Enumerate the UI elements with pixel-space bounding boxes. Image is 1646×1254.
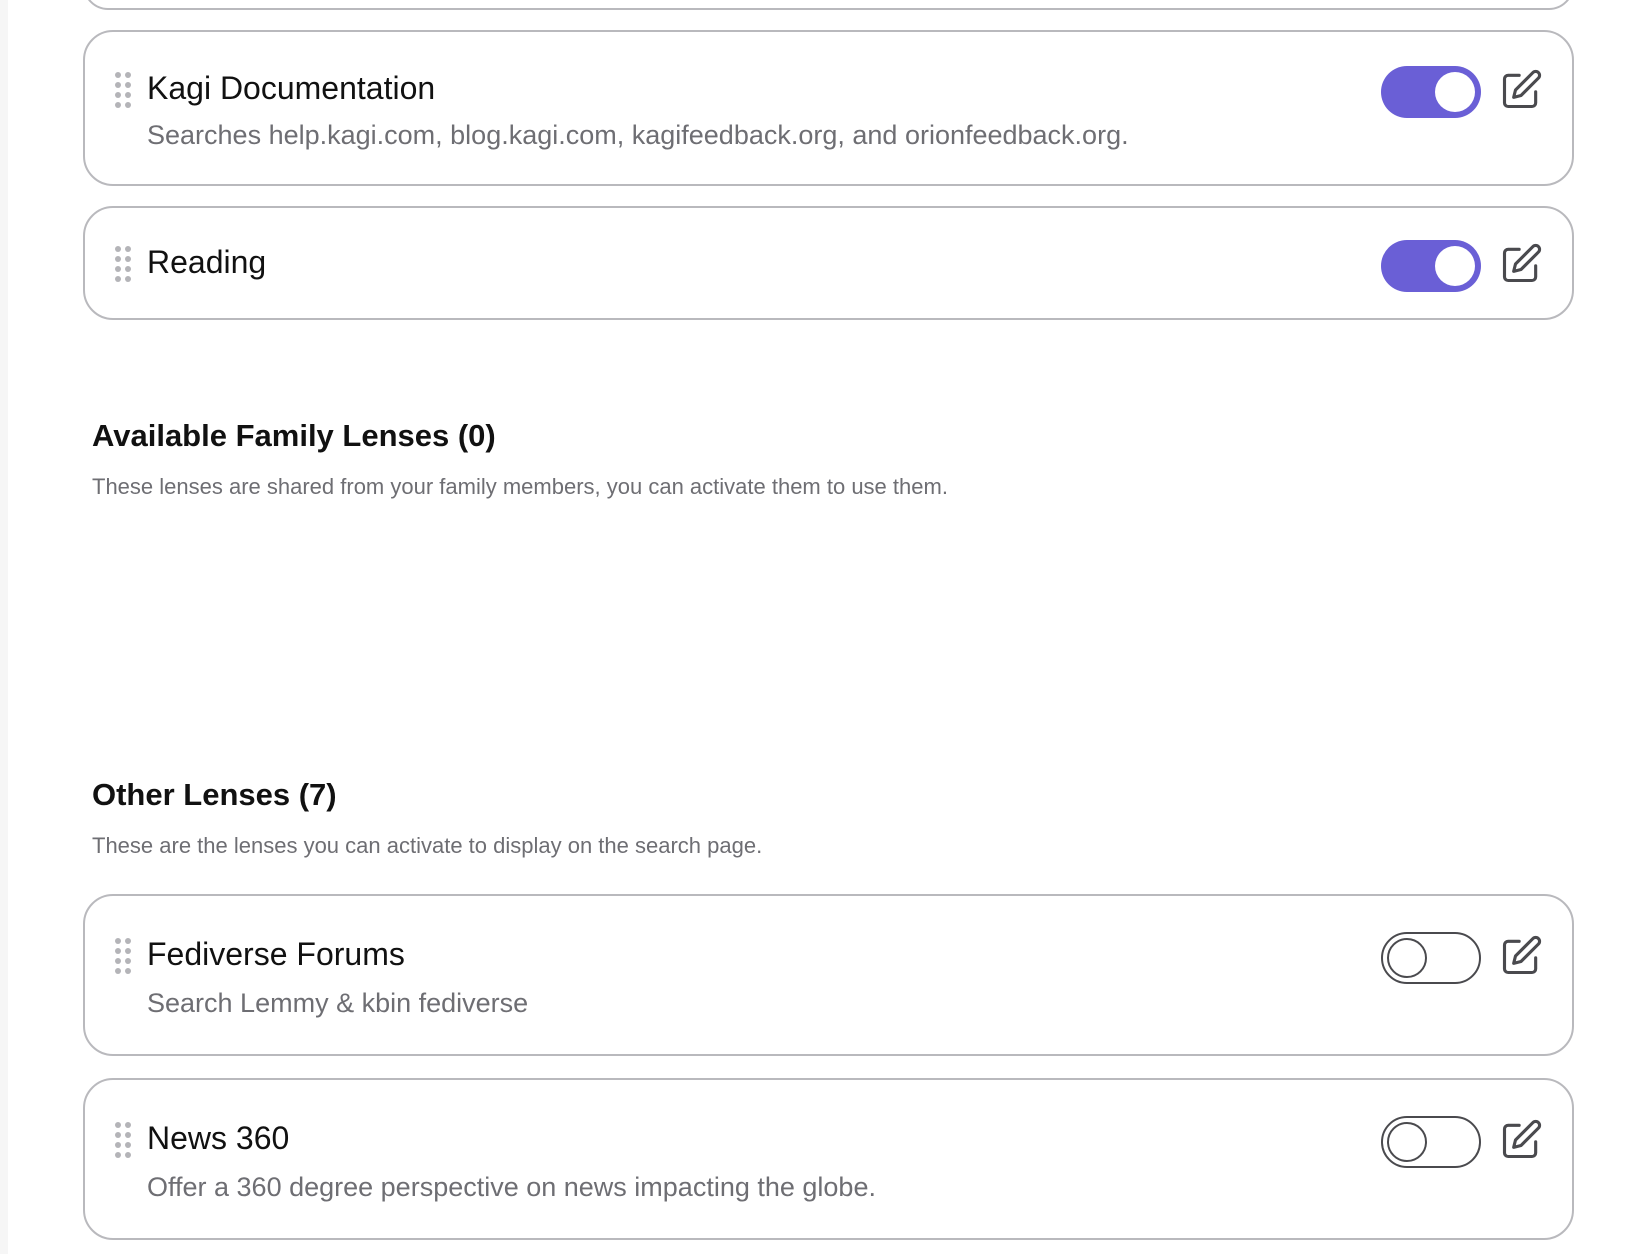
lens-toggle-fediverse-forums[interactable]: [1381, 932, 1481, 984]
family-lenses-heading: Available Family Lenses (0): [92, 418, 496, 453]
edit-icon[interactable]: [1499, 1118, 1543, 1162]
drag-handle-icon[interactable]: [115, 938, 131, 976]
lens-toggle-kagi-documentation[interactable]: [1381, 66, 1481, 118]
toggle-knob: [1435, 246, 1475, 286]
lens-card-kagi-documentation: Kagi Documentation Searches help.kagi.co…: [83, 30, 1574, 186]
toggle-knob: [1387, 938, 1427, 978]
lens-title: Fediverse Forums: [147, 936, 405, 972]
lens-title: Kagi Documentation: [147, 70, 436, 106]
toggle-knob: [1435, 72, 1475, 112]
lens-description: Offer a 360 degree perspective on news i…: [147, 1172, 876, 1202]
lens-card-reading: Reading: [83, 206, 1574, 320]
lens-card-partial: [83, 0, 1574, 10]
drag-handle-icon[interactable]: [115, 1122, 131, 1160]
lens-description: Search Lemmy & kbin fediverse: [147, 988, 529, 1018]
lens-toggle-reading[interactable]: [1381, 240, 1481, 292]
lens-description: Searches help.kagi.com, blog.kagi.com, k…: [147, 120, 1129, 150]
lens-title: Reading: [147, 244, 267, 280]
edit-icon[interactable]: [1499, 68, 1543, 112]
drag-handle-icon[interactable]: [115, 72, 131, 110]
lens-toggle-news-360[interactable]: [1381, 1116, 1481, 1168]
drag-handle-icon[interactable]: [115, 246, 131, 284]
edit-icon[interactable]: [1499, 242, 1543, 286]
left-rail: [0, 0, 8, 1254]
lens-title: News 360: [147, 1120, 290, 1156]
family-lenses-description: These lenses are shared from your family…: [92, 474, 948, 499]
lens-card-fediverse-forums: Fediverse Forums Search Lemmy & kbin fed…: [83, 894, 1574, 1056]
toggle-knob: [1387, 1122, 1427, 1162]
edit-icon[interactable]: [1499, 934, 1543, 978]
other-lenses-heading: Other Lenses (7): [92, 777, 337, 812]
other-lenses-description: These are the lenses you can activate to…: [92, 833, 763, 858]
lens-card-news-360: News 360 Offer a 360 degree perspective …: [83, 1078, 1574, 1240]
